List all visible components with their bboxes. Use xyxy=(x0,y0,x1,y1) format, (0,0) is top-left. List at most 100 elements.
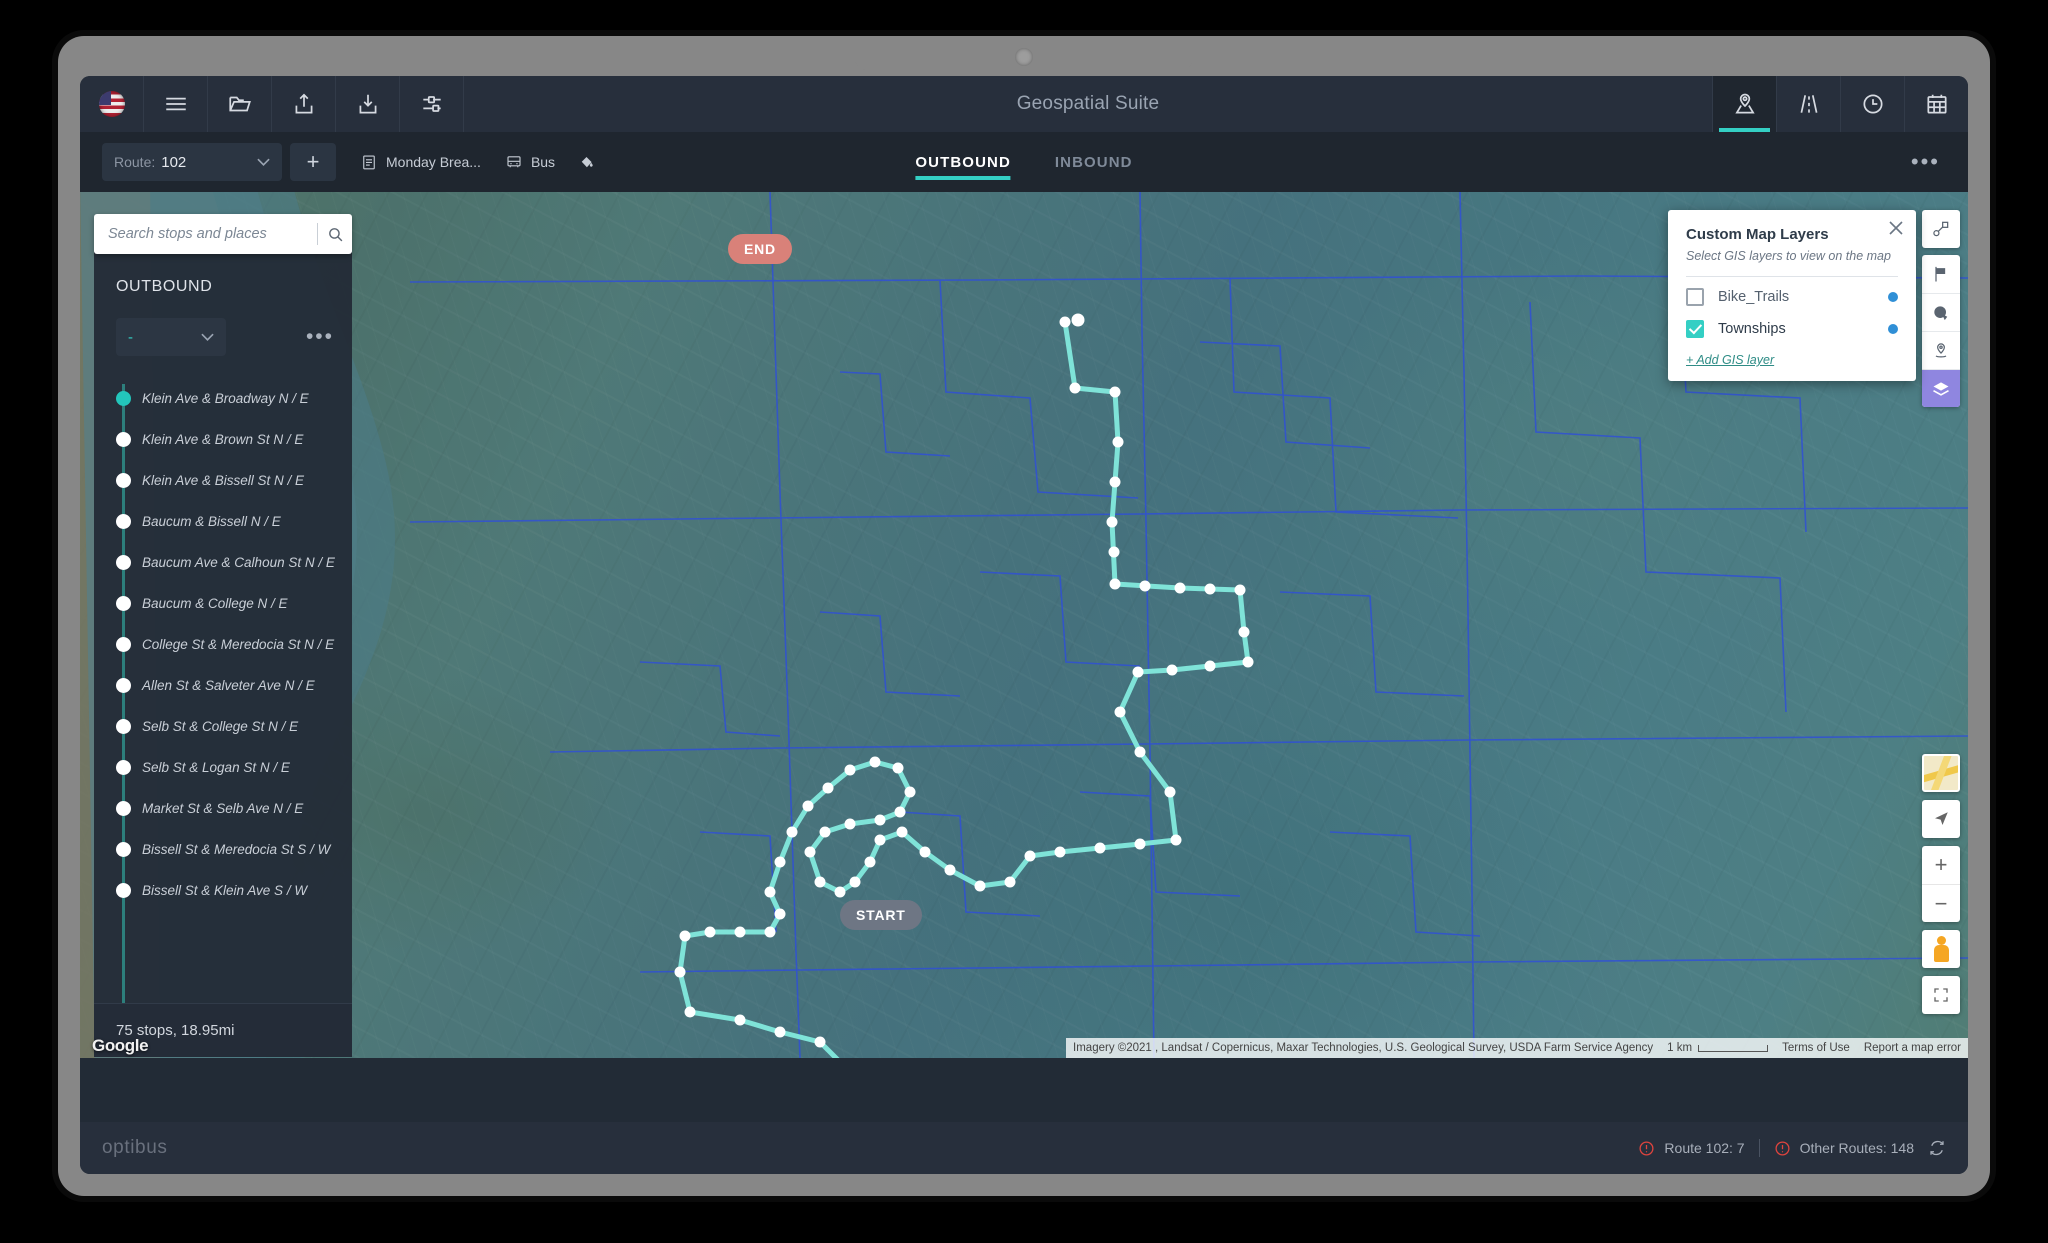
stop-label: Bissell St & Klein Ave S / W xyxy=(142,883,308,898)
route-selector[interactable]: Route: 102 xyxy=(102,143,282,181)
pie-chart-icon[interactable] xyxy=(1922,293,1960,331)
fullscreen-icon[interactable] xyxy=(1922,976,1960,1014)
status-bar: optibus Route 102: 7 Other Routes: 148 xyxy=(80,1122,1968,1174)
tab-outbound[interactable]: OUTBOUND xyxy=(915,132,1012,192)
list-item[interactable]: Selb St & College St N / E xyxy=(94,706,352,747)
route-selector-label: Route: xyxy=(114,154,156,170)
optibus-logo: optibus xyxy=(102,1137,168,1158)
stops-more-button[interactable]: ••• xyxy=(306,325,334,349)
paint-fill-icon[interactable] xyxy=(577,153,596,172)
stops-panel-controls: - ••• xyxy=(94,296,352,356)
stops-pattern-select[interactable]: - xyxy=(116,318,226,356)
map-tools-card xyxy=(1922,255,1960,407)
stop-label: Baucum Ave & Calhoun St N / E xyxy=(142,555,335,570)
layer-row-bike-trails[interactable]: Bike_Trails xyxy=(1668,281,1916,313)
close-icon[interactable] xyxy=(1886,218,1906,238)
list-item[interactable]: Market St & Selb Ave N / E xyxy=(94,788,352,829)
list-item[interactable]: Selb St & Logan St N / E xyxy=(94,747,352,788)
route-start-badge[interactable]: START xyxy=(840,900,922,930)
route-end-badge[interactable]: END xyxy=(728,234,792,264)
list-item[interactable]: Bissell St & Meredocia St S / W xyxy=(94,829,352,870)
search-icon[interactable] xyxy=(327,226,344,243)
list-item[interactable]: Klein Ave & Brown St N / E xyxy=(94,419,352,460)
stop-label: College St & Meredocia St N / E xyxy=(142,637,335,652)
stop-marker-dot xyxy=(116,760,131,775)
layer-color-dot[interactable] xyxy=(1888,292,1898,302)
route-selector-value: 102 xyxy=(161,153,187,171)
list-item[interactable]: College St & Meredocia St N / E xyxy=(94,624,352,665)
pegman-streetview-icon[interactable] xyxy=(1922,930,1960,968)
other-routes-indicator[interactable]: Other Routes: 148 xyxy=(1774,1140,1914,1157)
custom-map-layers-panel: Custom Map Layers Select GIS layers to v… xyxy=(1668,210,1916,381)
add-gis-layer-link[interactable]: + Add GIS layer xyxy=(1668,345,1792,367)
stop-marker-dot xyxy=(116,596,131,611)
layer-checkbox[interactable] xyxy=(1686,320,1704,338)
direction-tab-group: OUTBOUND INBOUND xyxy=(915,132,1132,192)
list-item[interactable]: Klein Ave & Broadway N / E xyxy=(94,378,352,419)
flag-icon[interactable] xyxy=(1922,255,1960,293)
clipboard-icon xyxy=(363,155,375,170)
open-folder-icon[interactable] xyxy=(208,76,272,132)
vehicle-chip[interactable]: Bus xyxy=(505,153,555,171)
stops-panel-heading: OUTBOUND xyxy=(116,278,213,295)
terms-of-use-link[interactable]: Terms of Use xyxy=(1775,1038,1857,1058)
hamburger-menu-icon[interactable] xyxy=(144,76,208,132)
map-type-thumbnail[interactable] xyxy=(1922,754,1960,792)
zoom-in-button[interactable]: + xyxy=(1922,846,1960,884)
map-canvas[interactable]: END START OUTBOUND - ••• xyxy=(80,192,1968,1058)
list-item[interactable]: Klein Ave & Bissell St N / E xyxy=(94,460,352,501)
stop-marker-dot xyxy=(116,719,131,734)
list-item[interactable]: Allen St & Salveter Ave N / E xyxy=(94,665,352,706)
settings-sliders-icon[interactable] xyxy=(400,76,464,132)
stops-list[interactable]: Klein Ave & Broadway N / E Klein Ave & B… xyxy=(94,378,352,1003)
monitor-bezel: Geospatial Suite Route: 102 + Monday Bre… xyxy=(58,36,1990,1196)
list-item[interactable]: Baucum & Bissell N / E xyxy=(94,501,352,542)
calendar-tab[interactable] xyxy=(1904,76,1968,132)
road-tab[interactable] xyxy=(1776,76,1840,132)
refresh-icon[interactable] xyxy=(1928,1139,1946,1157)
imagery-attribution: Imagery ©2021 , Landsat / Copernicus, Ma… xyxy=(1066,1038,1661,1058)
search-box[interactable] xyxy=(94,214,352,254)
divider xyxy=(1686,276,1898,277)
list-item[interactable]: Bissell St & Klein Ave S / W xyxy=(94,870,352,911)
route-more-button[interactable]: ••• xyxy=(1911,149,1946,175)
fullscreen-card xyxy=(1922,976,1960,1014)
report-map-error-link[interactable]: Report a map error xyxy=(1856,1038,1968,1058)
list-item[interactable]: Baucum Ave & Calhoun St N / E xyxy=(94,542,352,583)
streetview-card xyxy=(1922,930,1960,968)
layer-color-dot[interactable] xyxy=(1888,324,1898,334)
layer-checkbox[interactable] xyxy=(1686,288,1704,306)
stop-marker-dot xyxy=(116,637,131,652)
stop-label: Klein Ave & Brown St N / E xyxy=(142,432,304,447)
route-issues-indicator[interactable]: Route 102: 7 xyxy=(1638,1140,1745,1157)
add-route-button[interactable]: + xyxy=(290,143,336,181)
list-item[interactable]: Baucum & College N / E xyxy=(94,583,352,624)
tab-inbound[interactable]: INBOUND xyxy=(1055,132,1133,192)
pattern-chip[interactable]: Monday Brea... xyxy=(360,153,481,171)
status-divider xyxy=(1758,1139,1760,1157)
stop-marker-dot xyxy=(116,432,131,447)
download-icon[interactable] xyxy=(336,76,400,132)
stops-panel: OUTBOUND - ••• Klein Ave & Broadway N / … xyxy=(94,252,352,1057)
map-pin-tab[interactable] xyxy=(1712,76,1776,132)
upload-share-icon[interactable] xyxy=(272,76,336,132)
navigation-arrow-icon[interactable] xyxy=(1922,800,1960,838)
warning-icon xyxy=(1775,1140,1790,1156)
layers-icon[interactable] xyxy=(1922,369,1960,407)
status-indicators: Route 102: 7 Other Routes: 148 xyxy=(1638,1139,1946,1157)
add-gis-label: Add GIS layer xyxy=(1696,353,1775,367)
top-app-bar: Geospatial Suite xyxy=(80,76,1968,132)
search-input[interactable] xyxy=(108,226,308,242)
route-toolbar: Route: 102 + Monday Brea... Bus OUTBOUND… xyxy=(80,132,1968,192)
stop-label: Allen St & Salveter Ave N / E xyxy=(142,678,315,693)
stop-marker-dot xyxy=(116,883,131,898)
zoom-card: + − xyxy=(1922,846,1960,922)
zoom-out-button[interactable]: − xyxy=(1922,884,1960,922)
layer-row-townships[interactable]: Townships xyxy=(1668,313,1916,345)
measure-nodes-icon[interactable] xyxy=(1922,210,1960,248)
flag-us-icon[interactable] xyxy=(80,76,144,132)
chevron-down-icon xyxy=(201,333,214,341)
place-pin-icon[interactable] xyxy=(1922,331,1960,369)
clock-tab[interactable] xyxy=(1840,76,1904,132)
google-map-controls: + − xyxy=(1922,754,1960,1022)
